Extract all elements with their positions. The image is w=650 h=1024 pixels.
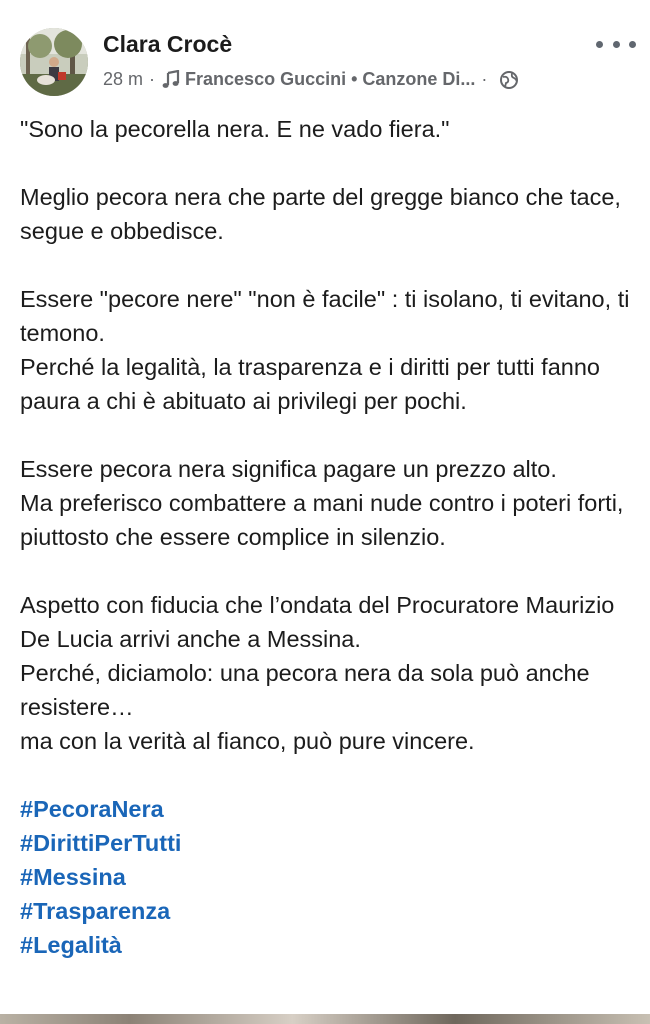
song-link[interactable]: Francesco Guccini • Canzone Di...: [185, 69, 475, 90]
author-name[interactable]: Clara Crocè: [103, 31, 232, 58]
post-paragraph: Meglio pecora nera che parte del gregge …: [20, 184, 621, 244]
hashtag-link[interactable]: #Messina: [20, 860, 635, 894]
post-paragraph: ma con la verità al fianco, può pure vin…: [20, 728, 475, 754]
more-options-icon[interactable]: [596, 34, 636, 54]
meta-separator-2: ·: [481, 69, 488, 89]
post-meta: 28 m · Francesco Guccini • Canzone Di...…: [103, 69, 519, 90]
post-paragraph: Essere "pecore nere" "non è facile" : ti…: [20, 286, 630, 346]
post-paragraph: piuttosto che essere complice in silenzi…: [20, 524, 446, 550]
post-paragraph: Ma preferisco combattere a mani nude con…: [20, 490, 624, 516]
avatar[interactable]: [20, 28, 88, 96]
hashtag-link[interactable]: #Trasparenza: [20, 894, 635, 928]
hashtag-link[interactable]: #DirittiPerTutti: [20, 826, 635, 860]
post-header: Clara Crocè 28 m · Francesco Guccini • C…: [0, 0, 650, 110]
post-paragraph: "Sono la pecorella nera. E ne vado fiera…: [20, 116, 450, 142]
post-body: "Sono la pecorella nera. E ne vado fiera…: [20, 112, 635, 962]
globe-icon[interactable]: [499, 70, 519, 90]
hashtag-link[interactable]: #Legalità: [20, 928, 635, 962]
post-paragraph: Perché la legalità, la trasparenza e i d…: [20, 354, 600, 414]
attached-media-preview[interactable]: [0, 1014, 650, 1024]
music-note-icon: [161, 69, 181, 90]
hashtag-link[interactable]: #PecoraNera: [20, 792, 635, 826]
post-paragraph: Essere pecora nera significa pagare un p…: [20, 456, 557, 482]
post-paragraph: Perché, diciamolo: una pecora nera da so…: [20, 660, 590, 720]
post-time[interactable]: 28 m: [103, 69, 143, 90]
meta-separator: ·: [149, 69, 156, 89]
post-paragraph: Aspetto con fiducia che l’ondata del Pro…: [20, 592, 615, 652]
